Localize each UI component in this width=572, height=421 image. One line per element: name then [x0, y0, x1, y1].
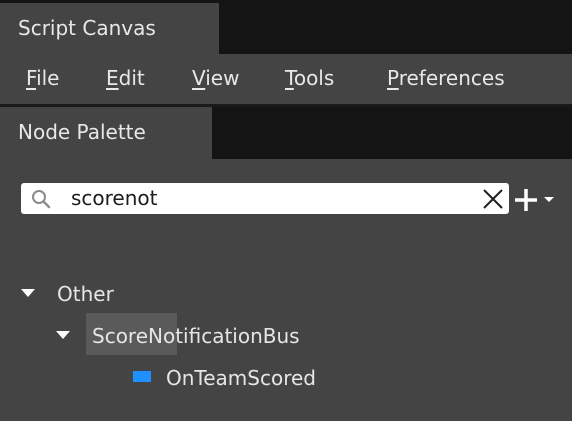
plus-icon: [515, 189, 537, 211]
menu-tools-accel: T: [285, 66, 294, 90]
tab-node-palette[interactable]: Node Palette: [0, 107, 212, 159]
panel-title: Node Palette: [18, 120, 146, 144]
menu-view-rest: iew: [205, 66, 240, 90]
node-label: OnTeamScored: [166, 366, 316, 390]
bus-label: ScoreNotificationBus: [92, 324, 300, 348]
node-icon: [133, 371, 151, 382]
search-box: [21, 183, 509, 214]
menu-file-accel: F: [26, 66, 37, 90]
tree-item-bus[interactable]: ScoreNotificationBus: [40, 320, 340, 352]
menu-view-accel: V: [192, 66, 206, 90]
menu-preferences-rest: references: [398, 66, 505, 90]
category-label: Other: [57, 282, 114, 306]
menu-bar: File Edit View Tools Preferences: [0, 54, 572, 104]
add-button[interactable]: [513, 187, 559, 217]
window-tab[interactable]: Script Canvas: [0, 3, 219, 54]
window-title: Script Canvas: [18, 16, 156, 40]
menu-preferences-accel: P: [387, 66, 399, 90]
expand-arrow-icon[interactable]: [56, 331, 70, 339]
tree-item-node[interactable]: OnTeamScored: [166, 362, 466, 394]
title-bar: Script Canvas: [0, 0, 572, 54]
menu-file[interactable]: File: [26, 66, 59, 90]
menu-preferences[interactable]: Preferences: [387, 66, 505, 90]
menu-view[interactable]: View: [192, 66, 239, 90]
panel-tab-bar: Node Palette: [0, 107, 572, 159]
tree-item-category[interactable]: Other: [0, 278, 300, 310]
clear-search-icon[interactable]: [482, 188, 504, 214]
menu-edit-accel: E: [106, 66, 119, 90]
menu-tools[interactable]: Tools: [285, 66, 334, 90]
search-input[interactable]: [71, 185, 471, 211]
menu-file-rest: ile: [36, 66, 60, 90]
menu-edit-rest: dit: [118, 66, 145, 90]
search-icon: [31, 189, 51, 213]
chevron-down-icon: [544, 197, 554, 202]
menu-tools-rest: ools: [293, 66, 335, 90]
expand-arrow-icon[interactable]: [21, 289, 35, 297]
menu-edit[interactable]: Edit: [106, 66, 145, 90]
